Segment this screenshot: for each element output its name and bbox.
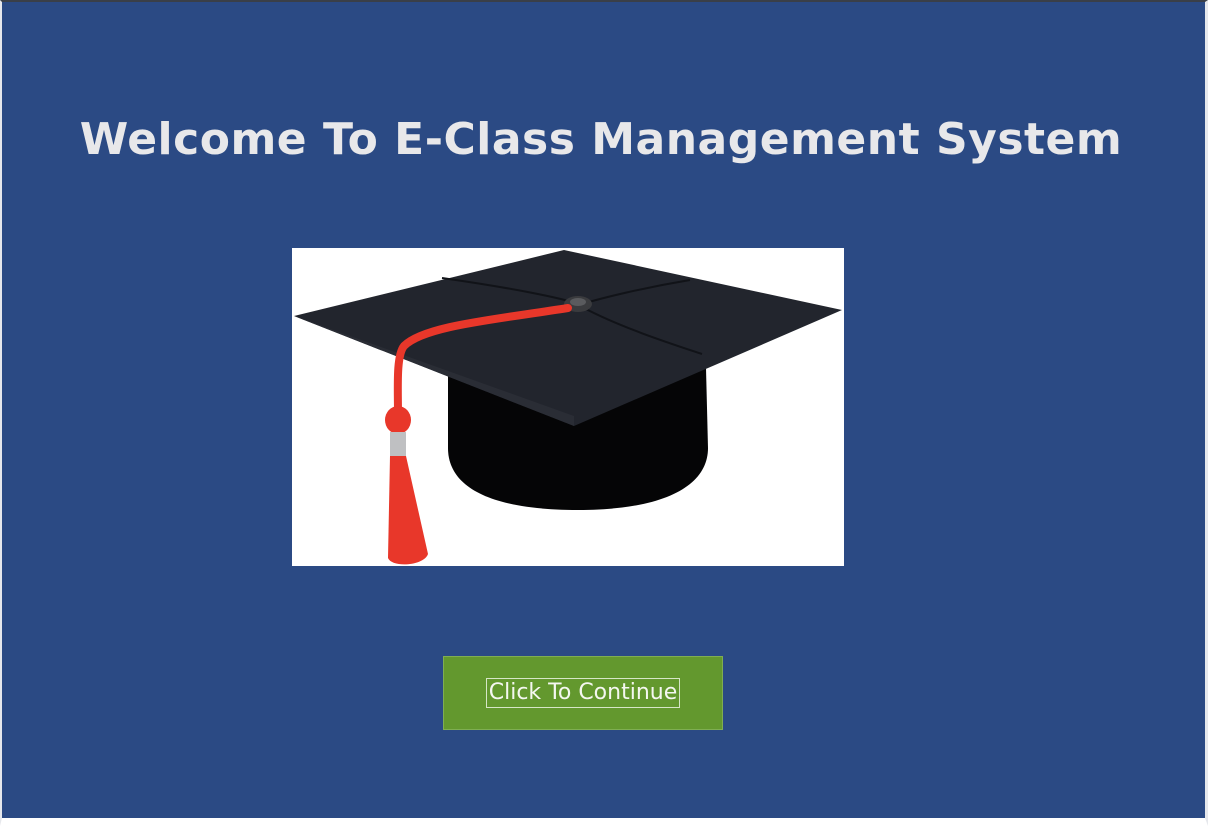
continue-button-label: Click To Continue [485, 678, 681, 708]
continue-button[interactable]: Click To Continue [443, 656, 723, 730]
welcome-title: Welcome To E-Class Management System [79, 114, 1123, 165]
graduation-cap-icon [294, 250, 842, 565]
main-window: Welcome To E-Class Management System Cli… [0, 0, 1208, 826]
graduation-cap-image [292, 248, 844, 566]
